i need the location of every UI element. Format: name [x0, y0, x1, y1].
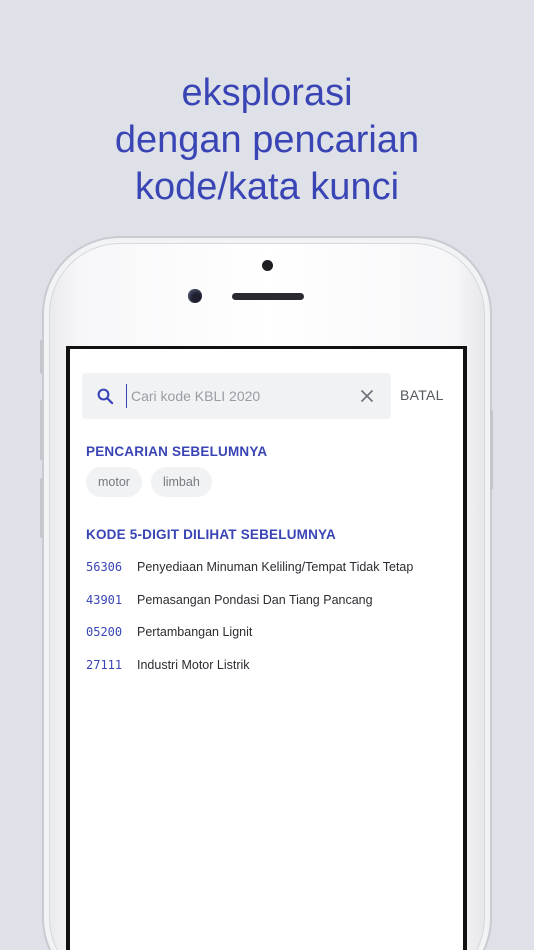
list-item[interactable]: 56306 Penyediaan Minuman Keliling/Tempat… [86, 551, 456, 584]
headline-line-3: kode/kata kunci [134, 166, 400, 208]
kbli-name: Pemasangan Pondasi Dan Tiang Pancang [137, 592, 373, 607]
search-input[interactable] [126, 384, 346, 408]
kbli-code: 43901 [86, 592, 123, 607]
recent-searches-title: PENCARIAN SEBELUMNYA [86, 444, 268, 459]
kbli-name: Penyediaan Minuman Keliling/Tempat Tidak… [137, 560, 414, 575]
headline-line-2: dengan pencarian [114, 119, 420, 161]
list-item[interactable]: 27111 Industri Motor Listrik [86, 649, 456, 682]
cancel-button[interactable]: BATAL [400, 387, 444, 403]
kbli-name: Pertambangan Lignit [137, 625, 253, 640]
kbli-code: 27111 [86, 657, 123, 672]
phone-side-button [40, 400, 43, 460]
phone-side-button [40, 340, 43, 374]
front-camera [188, 289, 202, 303]
phone-side-button [40, 478, 43, 538]
recent-searches-chips: motor limbah [86, 467, 212, 497]
search-bar[interactable] [82, 373, 391, 419]
phone-screen: BATAL PENCARIAN SEBELUMNYA motor limbah … [66, 346, 467, 950]
phone-sensor [262, 260, 273, 271]
promo-headline: eksplorasi dengan pencarian kode/kata ku… [0, 70, 534, 211]
list-item[interactable]: 05200 Pertambangan Lignit [86, 616, 456, 649]
recent-search-chip[interactable]: motor [86, 467, 142, 497]
headline-line-1: eksplorasi [181, 72, 353, 114]
recent-search-chip[interactable]: limbah [150, 467, 212, 497]
close-icon[interactable] [360, 389, 374, 403]
phone-side-button [490, 410, 493, 490]
kbli-name: Industri Motor Listrik [137, 657, 250, 672]
kbli-code: 56306 [86, 560, 123, 575]
earpiece-speaker [232, 293, 304, 300]
list-item[interactable]: 43901 Pemasangan Pondasi Dan Tiang Panca… [86, 584, 456, 617]
search-icon [97, 388, 114, 405]
recent-codes-title: KODE 5-DIGIT DILIHAT SEBELUMNYA [86, 527, 336, 542]
recent-codes-list: 56306 Penyediaan Minuman Keliling/Tempat… [86, 551, 456, 681]
app-screen: BATAL PENCARIAN SEBELUMNYA motor limbah … [70, 349, 463, 950]
kbli-code: 05200 [86, 625, 123, 640]
